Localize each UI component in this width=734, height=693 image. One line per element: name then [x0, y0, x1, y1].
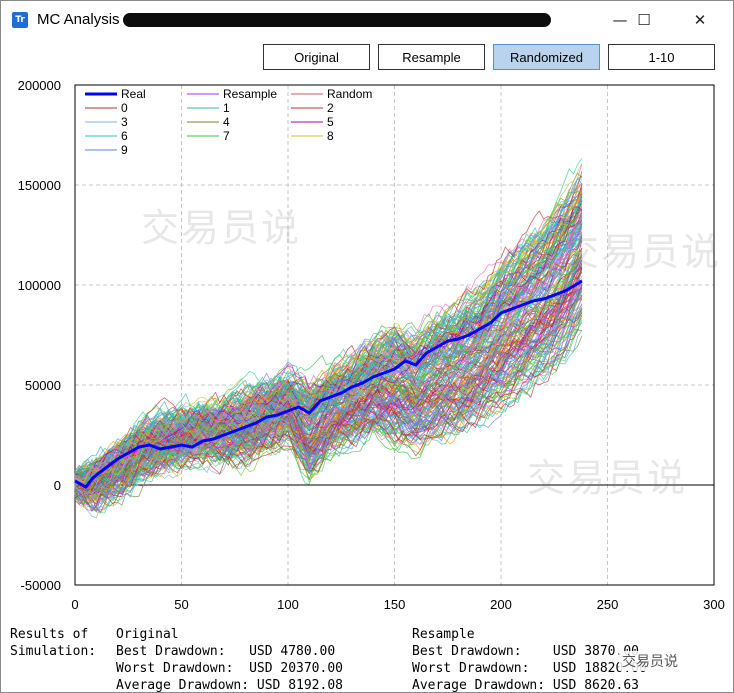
resample-avg-label: Average Drawdown: — [412, 678, 546, 693]
y-tick-label: 100000 — [18, 278, 61, 293]
mc-analysis-window: Tr MC Analysis - — ☐ ✕ Original Resample… — [0, 0, 734, 693]
redacted-title-region — [123, 13, 551, 27]
y-tick-label: 200000 — [18, 78, 61, 93]
resample-avg-value: USD 8620.63 — [552, 678, 639, 693]
x-tick-label: 200 — [490, 597, 512, 612]
legend-label: 3 — [121, 115, 128, 129]
original-avg-label: Average Drawdown: — [116, 678, 250, 693]
original-worst-value: USD 20370.00 — [249, 661, 343, 676]
legend-label: Resample — [223, 87, 277, 101]
original-best-label: Best Drawdown: — [116, 644, 226, 659]
y-tick-label: 0 — [54, 478, 61, 493]
legend-label: 1 — [223, 101, 230, 115]
results-label-line2: Simulation: — [10, 644, 97, 659]
resample-best-label: Best Drawdown: — [412, 644, 522, 659]
legend-label: 6 — [121, 129, 128, 143]
y-tick-label: 150000 — [18, 178, 61, 193]
original-avg-value: USD 8192.08 — [256, 678, 343, 693]
x-tick-label: 150 — [384, 597, 406, 612]
results-label: Results of Simulation: — [10, 626, 96, 660]
resample-heading: Resample — [412, 627, 475, 642]
window-title: MC Analysis - — [37, 11, 129, 28]
watermark: 交易员说 — [527, 456, 688, 500]
legend-label: 9 — [121, 143, 128, 157]
legend-label: 5 — [327, 115, 334, 129]
y-tick-label: -50000 — [21, 578, 61, 593]
footer-watermark-badge: 交易员说 — [619, 651, 681, 671]
title-bar[interactable]: Tr MC Analysis - — ☐ ✕ — [1, 1, 733, 39]
resample-summary: Resample Best Drawdown: USD 3870.00 Wors… — [412, 626, 647, 693]
original-worst-label: Worst Drawdown: — [116, 661, 234, 676]
x-tick-label: 0 — [71, 597, 78, 612]
x-tick-label: 250 — [597, 597, 619, 612]
close-button[interactable]: ✕ — [677, 1, 723, 39]
legend-label: 0 — [121, 101, 128, 115]
maximize-button[interactable]: ☐ — [621, 1, 667, 39]
original-heading: Original — [116, 627, 179, 642]
app-icon: Tr — [12, 12, 28, 28]
y-tick-label: 50000 — [25, 378, 61, 393]
legend-label: 8 — [327, 129, 334, 143]
x-tick-label: 50 — [174, 597, 188, 612]
legend-label: 7 — [223, 129, 230, 143]
legend-label: 2 — [327, 101, 334, 115]
legend-label: Random — [327, 87, 372, 101]
watermark: 交易员说 — [561, 230, 722, 274]
range-button[interactable]: 1-10 — [608, 44, 715, 70]
original-summary: Original Best Drawdown: USD 4780.00 Wors… — [116, 626, 343, 693]
resample-worst-label: Worst Drawdown: — [412, 661, 530, 676]
legend-label: Real — [121, 87, 146, 101]
x-tick-label: 100 — [277, 597, 299, 612]
x-tick-label: 300 — [703, 597, 725, 612]
watermark: 交易员说 — [141, 206, 302, 250]
results-label-line1: Results of — [10, 627, 89, 642]
randomized-button[interactable]: Randomized — [493, 44, 600, 70]
resample-button[interactable]: Resample — [378, 44, 485, 70]
original-button[interactable]: Original — [263, 44, 370, 70]
legend-label: 4 — [223, 115, 230, 129]
original-best-value: USD 4780.00 — [249, 644, 336, 659]
monte-carlo-chart: 0 50 100 150 200 250 3002000001500001000005000… — [18, 78, 725, 612]
